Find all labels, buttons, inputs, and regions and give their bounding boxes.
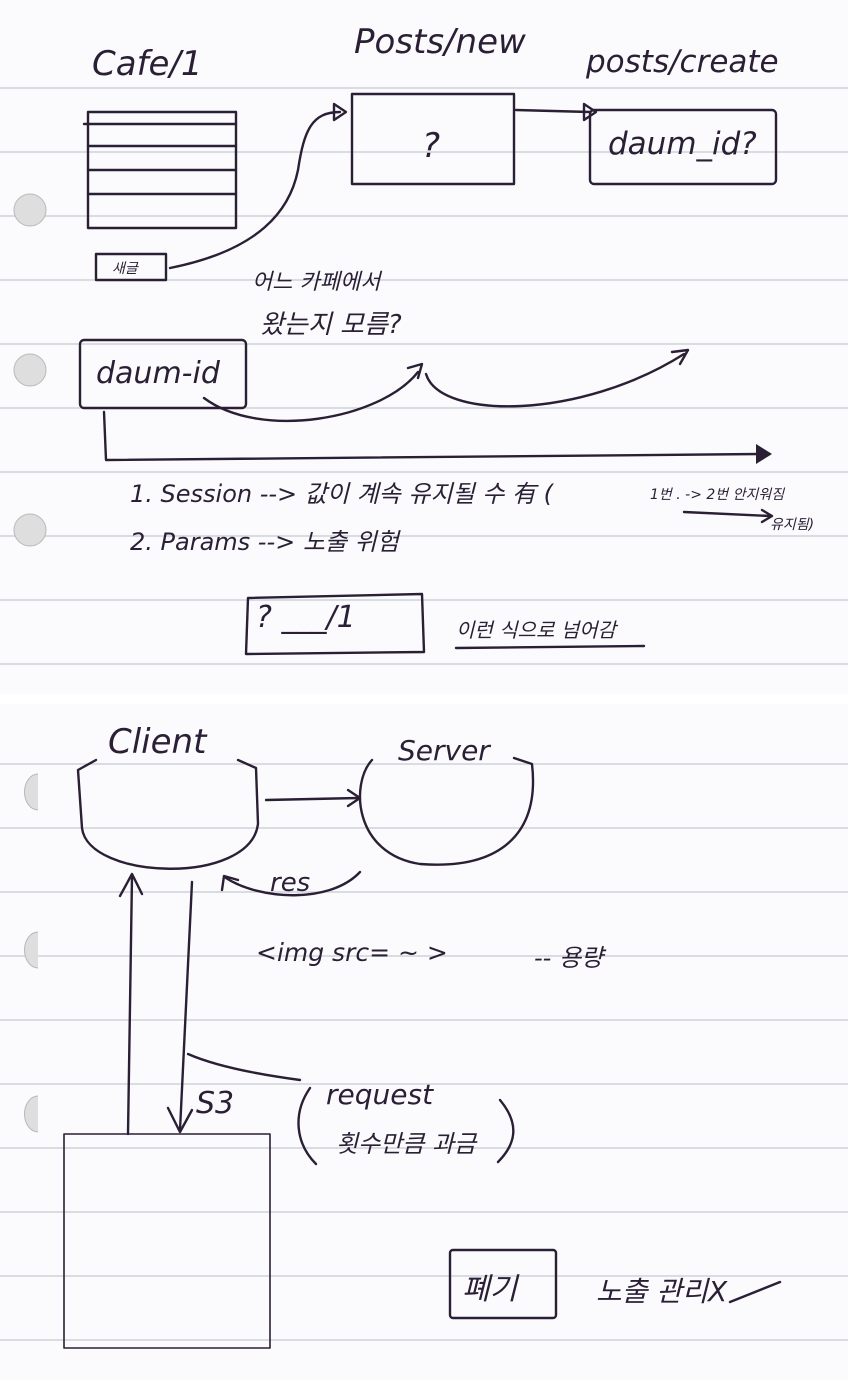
res-label: res <box>270 868 311 898</box>
client-shape <box>76 758 260 870</box>
exposure-note: 노출 관리X <box>596 1275 728 1308</box>
new-box-mark: ? <box>422 126 441 166</box>
request-line-1: request <box>326 1078 434 1111</box>
request-line-2: 횟수만큼 과금 <box>336 1130 477 1158</box>
client-label: Client <box>108 722 207 762</box>
option-1: 1. Session --> 값이 계속 유지될 수 有 ( <box>130 480 553 508</box>
daum-id-label: daum-id <box>96 356 220 391</box>
arrow-daum-to-create <box>424 352 686 408</box>
option-2: 2. Params --> 노출 위험 <box>130 528 399 556</box>
arrow-long-right <box>102 410 762 462</box>
binder-holes <box>13 193 47 547</box>
write-button-label: 새글 <box>112 261 138 277</box>
arrow-cafe-to-new <box>168 110 342 270</box>
ruled-lines <box>0 763 848 1341</box>
img-tag: <img src= ~ > <box>256 938 448 967</box>
question-line-2: 왔는지 모름? <box>260 310 402 340</box>
arrow-client-to-s3 <box>178 880 194 1132</box>
heading-cafe: Cafe/1 <box>92 44 203 84</box>
notebook-page-bottom: Client Server res <img src= ~ > -- 용량 S3… <box>0 704 848 1380</box>
option-1-note-2: 유지됨) <box>770 517 815 533</box>
question-line-1: 어느 카페에서 <box>252 270 381 295</box>
s3-label: S3 <box>196 1086 235 1121</box>
url-caption: 이런 식으로 넘어감 <box>456 618 616 642</box>
cafe-list-box <box>82 110 238 230</box>
url-box-label: ? ___/1 <box>256 600 356 635</box>
heading-posts-create: posts/create <box>586 44 779 80</box>
delete-label: 폐기 <box>462 1272 518 1307</box>
capacity-note: -- 용량 <box>534 944 604 972</box>
arrow-daum-to-new <box>202 370 420 423</box>
arrow-s3-to-client <box>126 874 134 1136</box>
arrow-new-to-create <box>514 108 592 114</box>
option-1-note: 1번 . -> 2번 안지워짐 <box>650 487 785 503</box>
create-box-label: daum_id? <box>608 126 757 162</box>
notebook-page-top: Cafe/1 Posts/new posts/create ? daum_id?… <box>0 0 848 694</box>
s3-box <box>63 1133 271 1349</box>
server-label: Server <box>398 734 490 767</box>
server-shape <box>358 756 535 866</box>
arrow-client-to-server <box>264 796 360 802</box>
sketch-top <box>0 87 848 665</box>
heading-posts-new: Posts/new <box>354 22 526 62</box>
